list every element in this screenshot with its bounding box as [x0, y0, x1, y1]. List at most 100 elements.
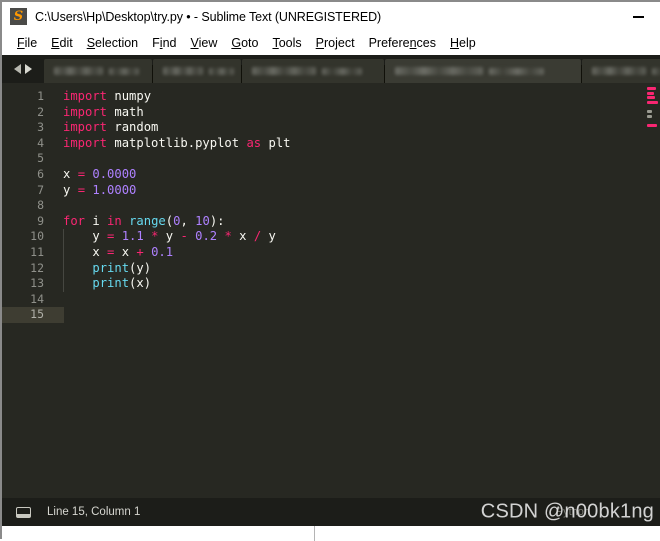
code-token: x: [114, 244, 137, 259]
minimize-button[interactable]: [616, 2, 660, 31]
code-line[interactable]: [50, 307, 660, 323]
code-token: range: [129, 213, 166, 228]
editor-tab[interactable]: [44, 59, 152, 83]
status-cursor-position[interactable]: Line 15, Column 1: [47, 506, 140, 518]
code-line[interactable]: y = 1.1 * y - 0.2 * x / y: [50, 229, 660, 245]
tab-label-blurred-secondary: [109, 67, 139, 75]
code-line[interactable]: x = 0.0000: [50, 167, 660, 183]
code-line[interactable]: x = x + 0.1: [50, 245, 660, 261]
code-token: *: [224, 229, 232, 244]
code-token: plt: [261, 135, 291, 150]
menu-item-view[interactable]: View: [183, 31, 224, 55]
minimize-icon: [632, 15, 644, 18]
minimap[interactable]: [646, 83, 660, 498]
tab-navigation[interactable]: [2, 55, 44, 83]
code-line[interactable]: print(y): [50, 261, 660, 277]
window-title: C:\Users\Hp\Desktop\try.py • - Sublime T…: [35, 9, 382, 24]
menu-item-find[interactable]: Find: [145, 31, 183, 55]
tab-label-blurred: [54, 67, 103, 75]
code-line[interactable]: print(x): [50, 276, 660, 292]
sublime-logo-glyph: S: [13, 9, 24, 24]
status-bar: Line 15, Column 1 Python CSDN @n00bk1ng: [2, 498, 660, 526]
code-token: import: [63, 135, 108, 150]
menu-item-selection[interactable]: Selection: [80, 31, 145, 55]
editor-tab[interactable]: [153, 59, 241, 83]
code-token: import: [63, 120, 108, 135]
menu-item-project[interactable]: Project: [309, 31, 362, 55]
line-number: 10: [30, 229, 44, 244]
tab-bar: [2, 55, 660, 83]
line-number: 15: [2, 307, 50, 323]
sublime-text-window: S C:\Users\Hp\Desktop\try.py • - Sublime…: [0, 0, 660, 541]
indent-guide: [63, 229, 64, 292]
minimap-row: [647, 123, 657, 127]
code-token: x: [63, 244, 108, 259]
code-token: for: [63, 213, 86, 228]
line-number: 14: [30, 291, 44, 306]
code-token: =: [77, 182, 86, 197]
menu-item-tools[interactable]: Tools: [265, 31, 308, 55]
code-token: -: [180, 229, 188, 244]
tab-label-blurred: [592, 67, 646, 75]
code-token: numpy: [107, 89, 152, 103]
code-line[interactable]: import math: [50, 105, 660, 121]
code-token: y: [158, 229, 181, 244]
minimap-row: [647, 87, 656, 90]
triangle-right-icon[interactable]: [25, 64, 32, 74]
code-line[interactable]: import random: [50, 120, 660, 136]
line-number: 9: [37, 213, 44, 228]
line-number: 3: [37, 120, 44, 135]
minimap-row: [647, 96, 655, 100]
code-token: in: [107, 213, 122, 228]
title-bar: S C:\Users\Hp\Desktop\try.py • - Sublime…: [2, 2, 660, 31]
code-line[interactable]: [50, 292, 660, 308]
line-number-gutter: 1 2 3 4 5 6 7 8 9 10 11 12 13 14 15: [2, 83, 50, 498]
code-line[interactable]: y = 1.0000: [50, 183, 660, 199]
line-number: 7: [37, 182, 44, 197]
code-token: i: [85, 213, 108, 228]
tab-label-blurred-secondary: [322, 67, 362, 75]
panel-toggle-icon[interactable]: [16, 506, 31, 518]
minimap-row: [647, 100, 658, 104]
line-number: 12: [30, 260, 44, 275]
line-number: 11: [30, 244, 44, 259]
status-syntax-label[interactable]: Python: [556, 506, 590, 518]
code-token: import: [63, 89, 108, 103]
code-content[interactable]: import numpy import math import random impo…: [50, 83, 660, 498]
line-number: 13: [30, 276, 44, 291]
code-token: random: [107, 120, 159, 135]
code-token: math: [107, 104, 144, 119]
menu-item-help[interactable]: Help: [443, 31, 483, 55]
editor-tab[interactable]: [582, 59, 660, 83]
editor-tab[interactable]: [385, 59, 581, 83]
editor-area[interactable]: 1 2 3 4 5 6 7 8 9 10 11 12 13 14 15 import numpy import…: [2, 83, 660, 498]
tab-label-blurred-secondary: [652, 67, 660, 75]
code-line[interactable]: for i in range(0, 10):: [50, 214, 660, 230]
line-number: 1: [37, 89, 44, 103]
line-number: 4: [37, 135, 44, 150]
code-token: 0.2: [195, 229, 218, 244]
code-line[interactable]: [50, 198, 660, 214]
menu-item-file[interactable]: File: [10, 31, 44, 55]
menu-item-edit[interactable]: Edit: [44, 31, 80, 55]
code-token: print: [92, 260, 130, 275]
line-number: 2: [37, 104, 44, 119]
code-line[interactable]: [50, 151, 660, 167]
menu-item-goto[interactable]: Goto: [224, 31, 265, 55]
menu-item-preferences[interactable]: Preferences: [362, 31, 443, 55]
tab-label-blurred-secondary: [209, 67, 234, 75]
editor-tab[interactable]: [242, 59, 384, 83]
code-line[interactable]: import numpy: [50, 89, 660, 105]
triangle-left-icon[interactable]: [14, 64, 21, 74]
code-token: x: [63, 166, 78, 181]
code-line[interactable]: import matplotlib.pyplot as plt: [50, 136, 660, 152]
code-token: print: [92, 276, 130, 291]
code-token: y: [261, 229, 276, 244]
line-number: 6: [37, 166, 44, 181]
code-token: as: [246, 135, 262, 150]
tab-label-blurred: [163, 67, 203, 75]
tab-label-blurred: [252, 67, 316, 75]
